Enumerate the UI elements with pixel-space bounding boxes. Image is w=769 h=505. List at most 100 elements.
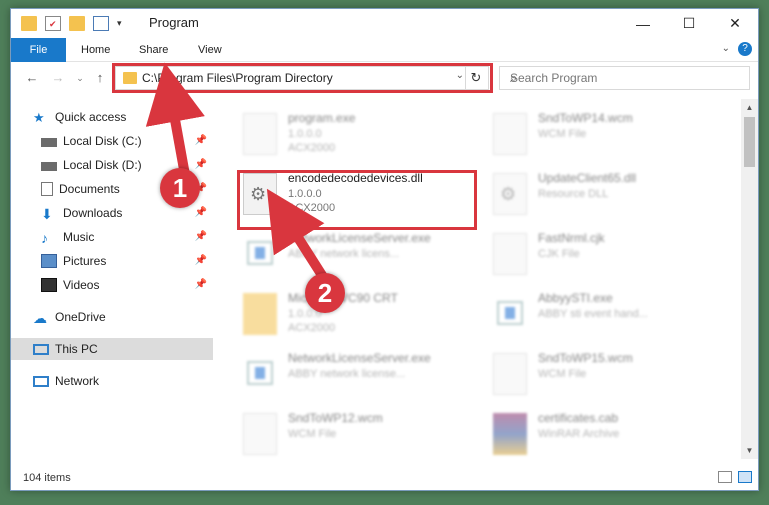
videos-icon xyxy=(41,278,57,292)
scroll-thumb[interactable] xyxy=(744,117,755,167)
nav-item-network[interactable]: Network xyxy=(11,370,213,392)
app-window-icon xyxy=(243,233,277,275)
dll-file-icon: ⚙ xyxy=(493,173,527,215)
file-detail: WCM File xyxy=(538,128,587,140)
scroll-down-icon[interactable]: ▼ xyxy=(741,442,758,459)
nav-label: Network xyxy=(55,374,100,388)
list-item[interactable]: SndToWP14.wcm WCM File xyxy=(483,107,733,165)
list-item[interactable]: SndToWP15.wcm WCM File xyxy=(483,347,733,405)
minimize-button[interactable]: — xyxy=(620,9,666,38)
nav-label: This PC xyxy=(55,342,98,356)
computer-icon xyxy=(33,343,49,355)
documents-icon xyxy=(41,182,53,196)
nav-label: Documents xyxy=(59,182,120,196)
pin-icon[interactable]: 📌 xyxy=(195,255,207,266)
file-detail: ACX2000 xyxy=(288,142,336,154)
expand-ribbon-icon[interactable]: ⌄ xyxy=(722,43,730,54)
item-count: 104 items xyxy=(23,472,71,484)
list-item[interactable]: NetworkLicenseServer.exe ABBY network li… xyxy=(233,227,483,285)
pin-icon[interactable]: 📌 xyxy=(195,159,207,170)
nav-label: OneDrive xyxy=(55,310,106,324)
list-item[interactable]: certificates.cab WinRAR Archive xyxy=(483,407,733,465)
drive-icon xyxy=(41,161,57,171)
pin-icon[interactable]: 📌 xyxy=(195,231,207,242)
address-highlight xyxy=(112,63,493,93)
tab-home[interactable]: Home xyxy=(81,38,110,62)
pin-icon[interactable]: 📌 xyxy=(195,279,207,290)
list-item[interactable]: program.exe 1.0.0.0 ACX2000 xyxy=(233,107,483,165)
help-icon[interactable]: ? xyxy=(738,42,752,56)
new-folder-icon[interactable] xyxy=(69,15,85,31)
up-arrow-icon[interactable]: ↑ xyxy=(91,69,109,87)
view-options-icon[interactable] xyxy=(93,15,109,31)
search-icon[interactable]: ⌕ xyxy=(510,70,743,86)
customize-quick-access-icon[interactable]: ▾ xyxy=(117,18,122,29)
nav-item-music[interactable]: ♪ Music 📌 xyxy=(11,226,213,248)
pin-icon[interactable]: 📌 xyxy=(195,207,207,218)
quick-access-toolbar: ✔ ▾ xyxy=(21,14,122,32)
archive-icon xyxy=(493,413,527,455)
file-detail: CJK File xyxy=(538,248,580,260)
vertical-scrollbar[interactable]: ▲ ▼ xyxy=(741,99,758,459)
nav-item-quick-access[interactable]: ★ Quick access xyxy=(11,106,213,128)
pin-icon[interactable]: 📌 xyxy=(195,135,207,146)
nav-label: Local Disk (D:) xyxy=(63,158,142,172)
list-item[interactable]: AbbyySTI.exe ABBY sti event hand... xyxy=(483,287,733,345)
tab-file[interactable]: File xyxy=(11,38,66,62)
list-item[interactable]: ⚙ UpdateClient65.dll Resource DLL xyxy=(483,167,733,225)
close-button[interactable]: ✕ xyxy=(712,9,758,38)
scroll-up-icon[interactable]: ▲ xyxy=(741,99,758,116)
nav-item-pictures[interactable]: Pictures 📌 xyxy=(11,250,213,272)
file-detail: WCM File xyxy=(538,368,587,380)
file-name: UpdateClient65.dll xyxy=(538,171,637,185)
file-name: SndToWP12.wcm xyxy=(288,411,383,425)
list-item[interactable]: Microsoft VC90 CRT 1.0.0.0 ACX2000 xyxy=(233,287,483,345)
recent-locations-icon[interactable]: ⌄ xyxy=(71,69,89,87)
network-icon xyxy=(33,375,49,387)
callout-2: 2 xyxy=(305,273,345,313)
nav-item-this-pc[interactable]: This PC xyxy=(11,338,213,360)
large-icons-view-icon[interactable] xyxy=(738,471,752,483)
file-name: NetworkLicenseServer.exe xyxy=(288,231,431,245)
file-detail: 1.0.0.0 xyxy=(288,128,322,140)
nav-item-onedrive[interactable]: ☁ OneDrive xyxy=(11,306,213,328)
file-icon xyxy=(493,113,527,155)
forward-arrow-icon[interactable]: → xyxy=(49,69,67,87)
nav-label: Local Disk (C:) xyxy=(63,134,142,148)
star-icon: ★ xyxy=(33,110,45,125)
folder-icon[interactable] xyxy=(21,15,37,31)
app-window-icon xyxy=(493,293,527,335)
file-list: program.exe 1.0.0.0 ACX2000 ⚙ encodedeco… xyxy=(213,99,743,459)
list-item[interactable]: SndToWP12.wcm WCM File xyxy=(233,407,483,465)
callout-1: 1 xyxy=(160,168,200,208)
tab-view[interactable]: View xyxy=(198,38,222,62)
properties-icon[interactable]: ✔ xyxy=(45,15,61,31)
details-view-icon[interactable] xyxy=(718,471,732,483)
tab-share[interactable]: Share xyxy=(139,38,168,62)
drive-icon xyxy=(41,137,57,147)
file-detail: WinRAR Archive xyxy=(538,428,620,440)
file-name: FastNrml.cjk xyxy=(538,231,605,245)
file-detail: ACX2000 xyxy=(288,322,336,334)
status-bar: 104 items xyxy=(11,466,758,490)
search-box[interactable]: Search Program ⌕ xyxy=(499,66,750,90)
ribbon-tabs: File Home Share View ⌄ ? xyxy=(11,38,758,62)
file-detail: ABBY network licens... xyxy=(288,248,400,260)
app-window-icon xyxy=(243,353,277,395)
nav-label: Videos xyxy=(63,278,100,292)
back-arrow-icon[interactable]: ← xyxy=(23,69,41,87)
navigation-pane: ★ Quick access Local Disk (C:) 📌 Local D… xyxy=(11,99,213,459)
file-name: SndToWP15.wcm xyxy=(538,351,633,365)
nav-item-local-disk-c[interactable]: Local Disk (C:) 📌 xyxy=(11,130,213,152)
nav-label: Quick access xyxy=(55,110,127,124)
nav-item-videos[interactable]: Videos 📌 xyxy=(11,274,213,296)
explorer-window: ✔ ▾ Program — ☐ ✕ File Home Share View ⌄… xyxy=(10,8,759,491)
maximize-button[interactable]: ☐ xyxy=(666,9,712,38)
file-detail: WCM File xyxy=(288,428,337,440)
exe-file-icon xyxy=(243,113,277,155)
list-item[interactable]: FastNrml.cjk CJK File xyxy=(483,227,733,285)
file-detail: Resource DLL xyxy=(538,188,609,200)
file-name: NetworkLicenseServer.exe xyxy=(288,351,431,365)
list-item[interactable]: NetworkLicenseServer.exe ABBY network li… xyxy=(233,347,483,405)
nav-label: Downloads xyxy=(63,206,123,220)
